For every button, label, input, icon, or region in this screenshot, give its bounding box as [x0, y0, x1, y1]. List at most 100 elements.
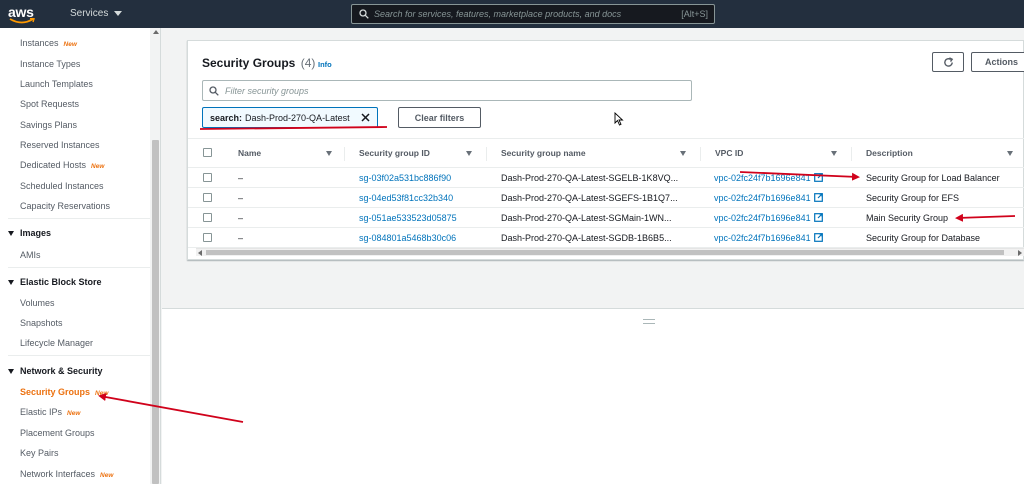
section-label: Elastic Block Store: [20, 277, 102, 287]
column-header-security-group-name[interactable]: Security group name: [501, 148, 586, 158]
cell-vpc-id[interactable]: vpc-02fc24f7b1696e841: [714, 193, 823, 203]
actions-button[interactable]: Actions: [971, 52, 1024, 72]
row-checkbox[interactable]: [203, 213, 212, 222]
details-pane: [162, 309, 1024, 484]
sidebar-item-key-pairs[interactable]: Key Pairs: [20, 448, 59, 458]
expand-triangle-icon: [8, 279, 14, 285]
vpc-id-text: vpc-02fc24f7b1696e841: [714, 173, 811, 183]
sidebar-item-savings-plans[interactable]: Savings Plans: [20, 120, 77, 130]
filter-token-value: Dash-Prod-270-QA-Latest: [245, 112, 350, 123]
refresh-button[interactable]: [932, 52, 964, 72]
sidebar-item-label: Security Groups: [20, 387, 91, 397]
scroll-up-arrow-icon[interactable]: [153, 30, 159, 34]
sort-icon[interactable]: [831, 151, 837, 156]
cell-security-group-name: Dash-Prod-270-QA-Latest-SGDB-1B6B5...: [501, 233, 672, 243]
sidebar-item-snapshots[interactable]: Snapshots: [20, 318, 63, 328]
clear-filters-button[interactable]: Clear filters: [398, 107, 481, 128]
services-label: Services: [70, 8, 109, 19]
section-label: Network & Security: [20, 366, 103, 376]
sidebar-section-network-security[interactable]: Network & Security: [8, 366, 103, 376]
row-checkbox[interactable]: [203, 173, 212, 182]
filter-token: search: Dash-Prod-270-QA-Latest: [202, 107, 378, 128]
filter-placeholder: Filter security groups: [225, 86, 309, 96]
sidebar-item-instances[interactable]: Instances New: [20, 38, 77, 48]
external-link-icon: [813, 233, 823, 242]
search-placeholder: Search for services, features, marketpla…: [374, 9, 622, 19]
scroll-left-arrow-icon[interactable]: [198, 250, 202, 256]
row-checkbox[interactable]: [203, 193, 212, 202]
column-header-description[interactable]: Description: [866, 148, 913, 158]
filter-security-groups-input[interactable]: Filter security groups: [202, 80, 692, 101]
column-separator: [344, 147, 345, 161]
sidebar-item-dedicated-hosts[interactable]: Dedicated Hosts New: [20, 160, 104, 170]
sidebar-item-volumes[interactable]: Volumes: [20, 298, 55, 308]
vpc-id-text: vpc-02fc24f7b1696e841: [714, 193, 811, 203]
column-header-security-group-id[interactable]: Security group ID: [359, 148, 430, 158]
split-pane-resize-handle[interactable]: [643, 319, 655, 324]
table-row[interactable]: – sg-03f02a531bc886f90 Dash-Prod-270-QA-…: [188, 168, 1024, 188]
sidebar-item-label: Network Interfaces: [20, 469, 96, 479]
cell-description: Security Group for Database: [866, 233, 981, 243]
new-badge: New: [100, 472, 114, 479]
cell-vpc-id[interactable]: vpc-02fc24f7b1696e841: [714, 213, 823, 223]
sidebar-item-scheduled-instances[interactable]: Scheduled Instances: [20, 181, 104, 191]
services-menu-button[interactable]: Services: [70, 8, 123, 19]
sidebar-item-lifecycle-manager[interactable]: Lifecycle Manager: [20, 338, 93, 348]
filter-token-key: search:: [210, 112, 243, 123]
sidebar-section-images[interactable]: Images: [8, 228, 51, 238]
panel-title: Security Groups (4): [202, 56, 315, 70]
column-separator: [486, 147, 487, 161]
cell-security-group-name: Dash-Prod-270-QA-Latest-SGMain-1WN...: [501, 213, 672, 223]
sidebar-section-elastic-block-store[interactable]: Elastic Block Store: [8, 277, 102, 287]
cell-security-group-id[interactable]: sg-084801a5468b30c06: [359, 233, 456, 243]
sidebar-item-amis[interactable]: AMIs: [20, 250, 41, 260]
sidebar-item-elastic-ips[interactable]: Elastic IPs New: [20, 407, 80, 417]
cell-security-group-name: Dash-Prod-270-QA-Latest-SGELB-1K8VQ...: [501, 173, 679, 183]
cell-security-group-id[interactable]: sg-04ed53f81cc32b340: [359, 193, 453, 203]
table-row[interactable]: – sg-051ae533523d05875 Dash-Prod-270-QA-…: [188, 208, 1024, 228]
sidebar-item-reserved-instances[interactable]: Reserved Instances: [20, 140, 100, 150]
scroll-right-arrow-icon[interactable]: [1018, 250, 1022, 256]
cell-vpc-id[interactable]: vpc-02fc24f7b1696e841: [714, 173, 823, 183]
sidebar-item-label: Elastic IPs: [20, 407, 63, 417]
sort-icon[interactable]: [680, 151, 686, 156]
sort-icon[interactable]: [466, 151, 472, 156]
sort-icon[interactable]: [326, 151, 332, 156]
sidebar-item-placement-groups[interactable]: Placement Groups: [20, 428, 95, 438]
sidebar-scrollbar-thumb[interactable]: [152, 140, 159, 484]
horizontal-scrollbar-thumb[interactable]: [206, 250, 1004, 255]
aws-logo[interactable]: aws: [8, 4, 48, 24]
table-row[interactable]: – sg-04ed53f81cc32b340 Dash-Prod-270-QA-…: [188, 188, 1024, 208]
sidebar-item-network-interfaces[interactable]: Network Interfaces New: [20, 469, 113, 479]
cell-security-group-id[interactable]: sg-051ae533523d05875: [359, 213, 457, 223]
info-link[interactable]: Info: [318, 60, 332, 69]
cell-description: Security Group for Load Balancer: [866, 173, 1000, 183]
external-link-icon: [813, 173, 823, 182]
select-all-checkbox[interactable]: [203, 148, 212, 157]
cell-description: Security Group for EFS: [866, 193, 960, 203]
sidebar-item-instance-types[interactable]: Instance Types: [20, 59, 80, 69]
sidebar-item-capacity-reservations[interactable]: Capacity Reservations: [20, 201, 110, 211]
sidebar-divider: [8, 355, 152, 356]
sidebar-divider: [8, 218, 152, 219]
sort-icon[interactable]: [1007, 151, 1013, 156]
table-row[interactable]: – sg-084801a5468b30c06 Dash-Prod-270-QA-…: [188, 228, 1024, 248]
close-icon[interactable]: [359, 111, 372, 124]
top-navigation-bar: aws Services Search for services, featur…: [0, 0, 1024, 28]
section-label: Images: [20, 228, 52, 238]
sidebar-item-launch-templates[interactable]: Launch Templates: [20, 79, 93, 89]
cell-name: –: [238, 233, 244, 243]
vpc-id-text: vpc-02fc24f7b1696e841: [714, 213, 811, 223]
sidebar-item-spot-requests[interactable]: Spot Requests: [20, 99, 79, 109]
sidebar-item-security-groups[interactable]: Security Groups New: [20, 387, 108, 397]
column-header-vpc-id[interactable]: VPC ID: [715, 148, 743, 158]
cell-vpc-id[interactable]: vpc-02fc24f7b1696e841: [714, 233, 823, 243]
external-link-icon: [813, 193, 823, 202]
global-search-input[interactable]: Search for services, features, marketpla…: [351, 4, 715, 24]
new-badge: New: [95, 390, 109, 397]
row-checkbox[interactable]: [203, 233, 212, 242]
column-header-name[interactable]: Name: [238, 148, 261, 158]
cell-security-group-id[interactable]: sg-03f02a531bc886f90: [359, 173, 451, 183]
search-icon: [209, 86, 219, 96]
table-horizontal-scrollbar[interactable]: [196, 248, 1024, 256]
